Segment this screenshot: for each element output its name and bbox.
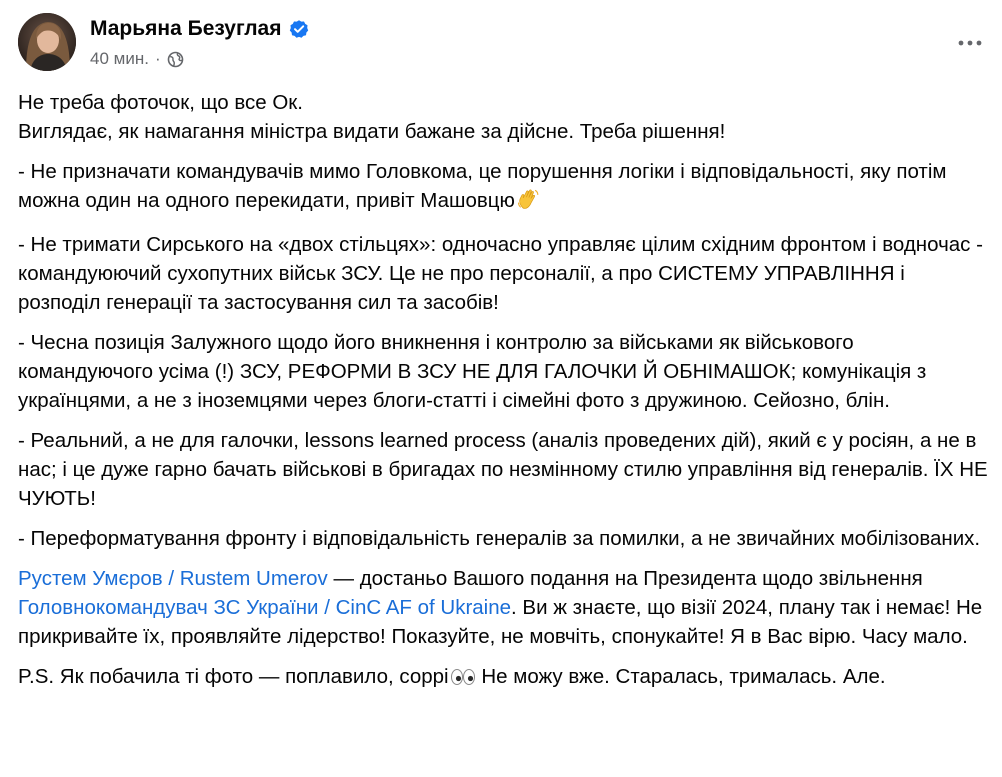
intro-line-1: Не треба фоточок, що все Ок. [18, 91, 303, 114]
point-5-text: - Переформатування фронту і відповідальн… [18, 527, 981, 550]
author-name-row: Марьяна Безуглая [90, 17, 309, 41]
waving-hand-icon [516, 187, 540, 219]
appeal-paragraph: Рустем Умєров / Rustem Umerov — достаньо… [18, 564, 990, 651]
point-2-text: - Не тримати Сирського на «двох стільцях… [18, 233, 983, 314]
point-2: - Не тримати Сирського на «двох стільцях… [18, 230, 990, 317]
point-5: - Переформатування фронту і відповідальн… [18, 524, 990, 553]
appeal-text-1: — достаньо Вашого подання на Президента … [327, 567, 923, 590]
meta-separator: · [154, 49, 161, 68]
eyes-icon [450, 666, 476, 695]
intro-line-2: Виглядає, як намагання міністра видати б… [18, 120, 726, 143]
point-1-text: - Не призначати командувачів мимо Головк… [18, 160, 947, 212]
ps-paragraph: P.S. Як побачила ті фото — поплавило, со… [18, 662, 990, 695]
more-dots-icon [958, 40, 982, 46]
ps-text-1: P.S. Як побачила ті фото — поплавило, со… [18, 665, 449, 688]
ps-text-2: Не можу вже. Старалась, трималась. Але. [475, 665, 886, 688]
more-options-button[interactable] [952, 25, 988, 61]
facebook-post: Марьяна Безуглая 40 мин. · Не треба фото… [0, 0, 1002, 777]
verified-badge-icon [289, 19, 309, 39]
avatar-image [18, 13, 76, 71]
point-4-text: - Реальний, а не для галочки, lessons le… [18, 429, 988, 510]
post-body: Не треба фоточок, що все Ок. Виглядає, я… [18, 88, 990, 706]
avatar[interactable] [18, 13, 76, 71]
globe-icon[interactable] [167, 51, 184, 68]
mention-link-cinc[interactable]: Головнокомандувач ЗС України / CinC AF o… [18, 596, 511, 619]
point-3: - Чесна позиція Залужного щодо його вник… [18, 328, 990, 415]
post-header: Марьяна Безуглая 40 мин. · [18, 13, 988, 75]
post-intro: Не треба фоточок, що все Ок. Виглядає, я… [18, 88, 990, 146]
post-meta: 40 мин. · [90, 49, 184, 69]
mention-link-umerov[interactable]: Рустем Умєров / Rustem Umerov [18, 567, 328, 590]
point-3-text: - Чесна позиція Залужного щодо його вник… [18, 331, 927, 412]
author-name[interactable]: Марьяна Безуглая [90, 17, 281, 41]
point-4: - Реальний, а не для галочки, lessons le… [18, 426, 990, 513]
post-time[interactable]: 40 мин. [90, 49, 149, 69]
point-1: - Не призначати командувачів мимо Головк… [18, 157, 990, 219]
